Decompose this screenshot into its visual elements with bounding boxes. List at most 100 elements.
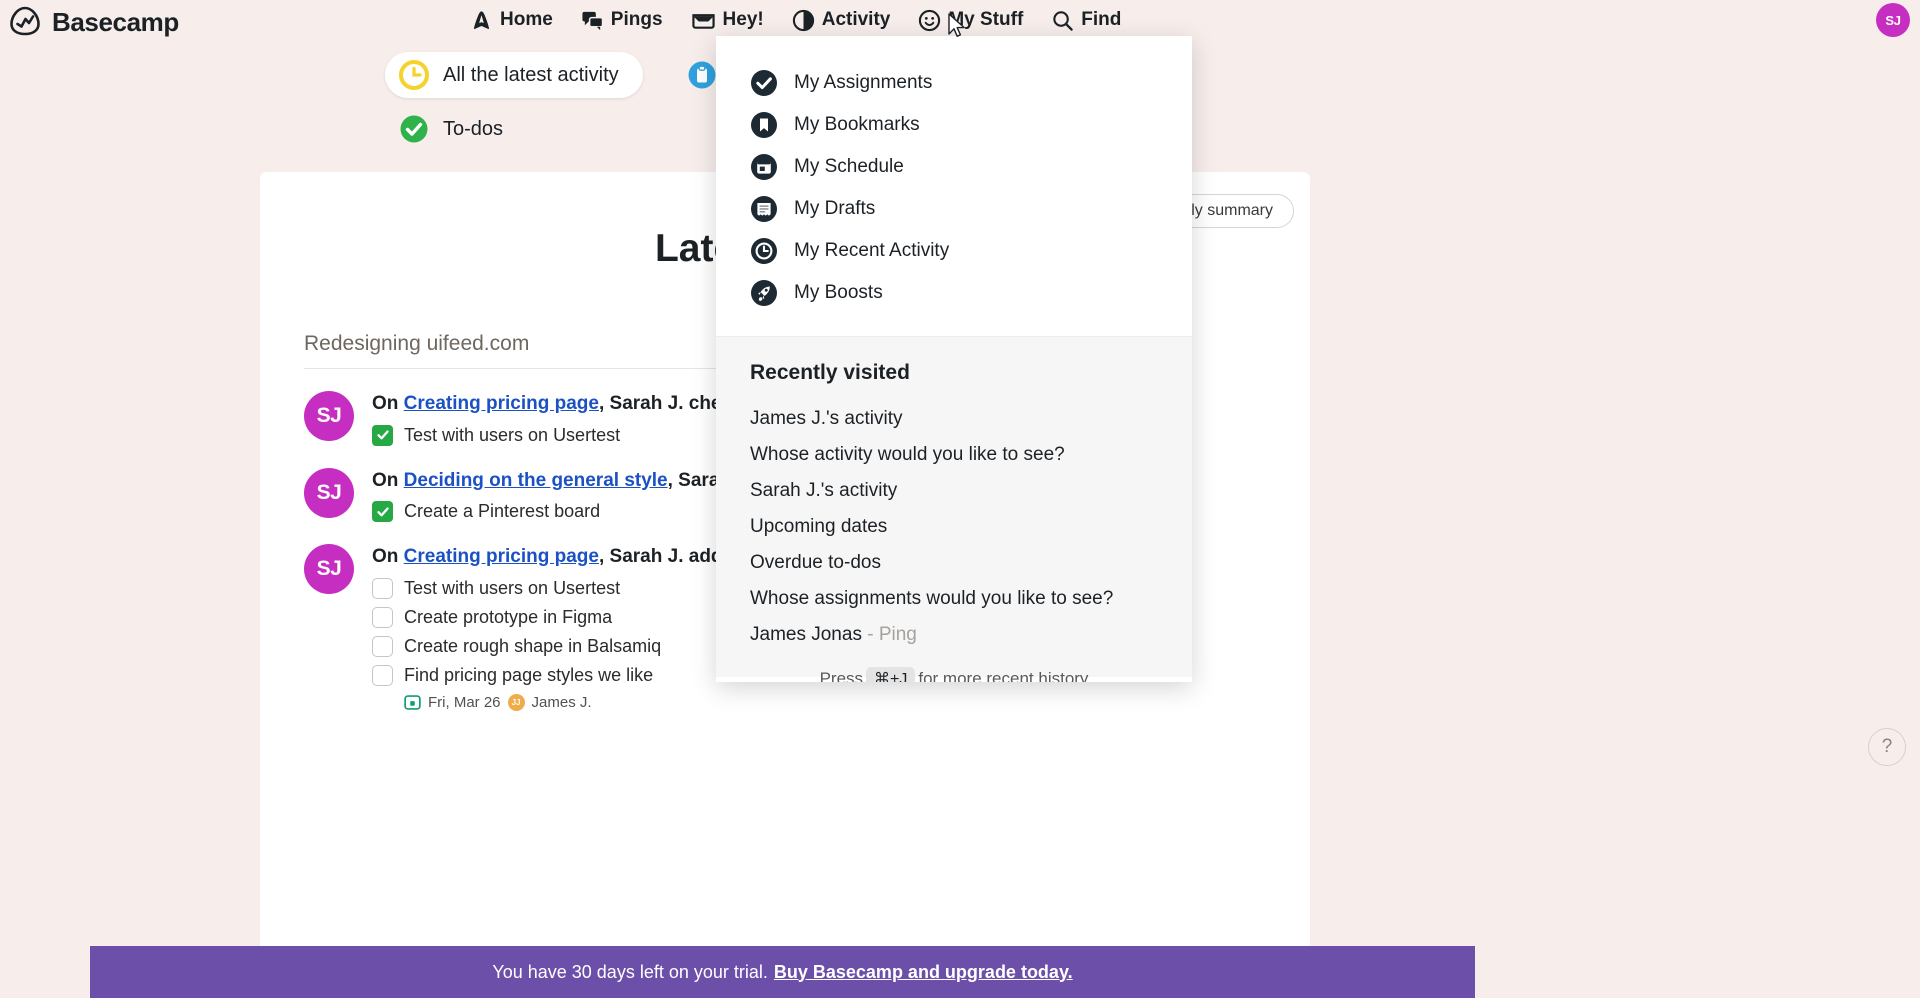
- menu-item-my-boosts[interactable]: My Boosts: [750, 272, 1192, 314]
- todo-meta: Fri, Mar 26 JJ James J.: [404, 693, 904, 711]
- todo-label: Create rough shape in Balsamiq: [404, 635, 662, 656]
- nav-label-activity: Activity: [821, 9, 891, 30]
- checkbox-checked-icon[interactable]: [372, 501, 393, 523]
- recent-item[interactable]: Sarah J.'s activity: [750, 473, 1158, 509]
- draft-document-icon: [750, 195, 778, 223]
- check-circle-filled-icon: [750, 69, 778, 97]
- search-icon: [1051, 9, 1074, 32]
- trial-text: You have 30 days left on your trial.: [492, 961, 768, 982]
- menu-label: My Boosts: [794, 282, 883, 303]
- entry-prefix: On: [372, 469, 404, 491]
- boost-rocket-icon: [750, 279, 778, 307]
- upgrade-link[interactable]: Buy Basecamp and upgrade today.: [774, 962, 1073, 983]
- assignee-name: James J.: [531, 693, 592, 711]
- nav-item-my-stuff[interactable]: My Stuff: [918, 9, 1023, 32]
- menu-item-my-recent-activity[interactable]: My Recent Activity: [750, 230, 1192, 272]
- menu-label: My Recent Activity: [794, 240, 950, 261]
- recent-item[interactable]: Upcoming dates: [750, 509, 1158, 545]
- assignee-avatar: JJ: [507, 693, 525, 711]
- menu-item-my-assignments[interactable]: My Assignments: [750, 62, 1192, 104]
- recent-item[interactable]: James Jonas - Ping: [750, 617, 1158, 653]
- hey-inbox-icon: [691, 9, 716, 32]
- entry-link[interactable]: Deciding on the general style: [404, 470, 668, 491]
- nav-items: Home Pings Hey! Activity My Stuff Find: [470, 0, 1121, 40]
- clock-icon: [399, 60, 429, 90]
- home-icon: [470, 9, 493, 32]
- avatar-initials: SJ: [316, 557, 342, 581]
- recent-item[interactable]: James J.'s activity: [750, 401, 1158, 437]
- menu-label: My Assignments: [794, 72, 933, 93]
- nav-item-find[interactable]: Find: [1051, 9, 1121, 32]
- help-button[interactable]: ?: [1868, 728, 1906, 766]
- filter-all-latest-activity[interactable]: All the latest activity: [385, 52, 643, 98]
- avatar-initials: SJ: [316, 480, 342, 504]
- filter-label: To-dos: [443, 117, 504, 140]
- entry-prefix: On: [372, 546, 404, 568]
- todo-label: Find pricing page styles we like: [404, 664, 654, 685]
- smiley-face-icon: [918, 9, 941, 32]
- user-avatar[interactable]: SJ: [1876, 3, 1910, 37]
- nav-label-find: Find: [1081, 9, 1122, 30]
- recent-item-sublabel: - Ping: [861, 624, 917, 645]
- question-mark-icon: ?: [1881, 736, 1893, 757]
- recently-visited-section: Recently visited James J.'s activity Who…: [716, 336, 1192, 682]
- trial-banner: You have 30 days left on your trial. Buy…: [90, 946, 1475, 998]
- activity-pie-icon: [792, 9, 815, 32]
- recent-item[interactable]: Whose activity would you like to see?: [750, 437, 1158, 473]
- brand-name: Basecamp: [52, 6, 179, 37]
- calendar-icon: [750, 153, 778, 181]
- brand-logo[interactable]: Basecamp: [8, 0, 179, 44]
- nav-item-home[interactable]: Home: [470, 9, 553, 32]
- menu-item-my-drafts[interactable]: My Drafts: [750, 188, 1192, 230]
- avatar-initials: SJ: [1885, 12, 1901, 28]
- calendar-date-icon: [404, 694, 421, 711]
- assignee-initials: JJ: [511, 697, 521, 707]
- entry-prefix: On: [372, 393, 404, 414]
- checkbox-unchecked-icon[interactable]: [372, 577, 393, 599]
- checkbox-checked-icon[interactable]: [372, 424, 393, 446]
- footer-prefix: Press: [819, 669, 864, 682]
- filter-label: All the latest activity: [443, 63, 619, 86]
- avatar-initials: SJ: [316, 404, 342, 427]
- recently-visited-heading: Recently visited: [750, 361, 910, 384]
- nav-item-activity[interactable]: Activity: [792, 9, 891, 32]
- bookmark-icon: [750, 111, 778, 139]
- my-stuff-dropdown: My Assignments My Bookmarks My Schedule …: [716, 36, 1192, 682]
- recent-item[interactable]: Whose assignments would you like to see?: [750, 581, 1158, 617]
- nav-item-hey[interactable]: Hey!: [691, 9, 764, 32]
- todo-label: Create prototype in Figma: [404, 606, 613, 627]
- menu-item-my-schedule[interactable]: My Schedule: [750, 146, 1192, 188]
- pings-icon: [581, 9, 604, 32]
- todo-label: Create a Pinterest board: [404, 501, 601, 522]
- recent-item[interactable]: Overdue to-dos: [750, 545, 1158, 581]
- clipboard-icon: [687, 60, 717, 90]
- my-stuff-menu-items: My Assignments My Bookmarks My Schedule …: [716, 36, 1192, 336]
- avatar: SJ: [304, 391, 354, 441]
- nav-item-pings[interactable]: Pings: [581, 9, 663, 32]
- app-root: Basecamp Home Pings Hey! Activity My Stu…: [0, 0, 1920, 998]
- menu-item-my-bookmarks[interactable]: My Bookmarks: [750, 104, 1192, 146]
- nav-label-hey: Hey!: [722, 9, 764, 30]
- checkbox-unchecked-icon[interactable]: [372, 606, 393, 628]
- entry-link[interactable]: Creating pricing page: [404, 393, 599, 414]
- check-circle-icon: [399, 114, 429, 144]
- due-date: Fri, Mar 26: [428, 693, 501, 711]
- mouse-cursor-icon: [948, 13, 966, 39]
- recent-item-label: James Jonas: [750, 624, 862, 645]
- entry-link[interactable]: Creating pricing page: [404, 546, 599, 567]
- nav-label-pings: Pings: [610, 9, 663, 30]
- menu-label: My Bookmarks: [794, 114, 920, 135]
- keyboard-shortcut: ⌘+J: [866, 667, 916, 682]
- menu-label: My Drafts: [794, 198, 876, 219]
- avatar: SJ: [304, 544, 354, 595]
- checkbox-unchecked-icon[interactable]: [372, 635, 393, 657]
- avatar: SJ: [304, 467, 354, 518]
- nav-label-home: Home: [500, 9, 553, 30]
- clock-filled-icon: [750, 237, 778, 265]
- footer-suffix: for more recent history: [918, 669, 1089, 682]
- todo-label: Test with users on Usertest: [404, 424, 621, 445]
- dropdown-footer-hint: Press ⌘+J for more recent history: [750, 667, 1158, 682]
- todo-label: Test with users on Usertest: [404, 577, 621, 598]
- filter-to-dos[interactable]: To-dos: [385, 106, 527, 152]
- checkbox-unchecked-icon[interactable]: [372, 664, 393, 686]
